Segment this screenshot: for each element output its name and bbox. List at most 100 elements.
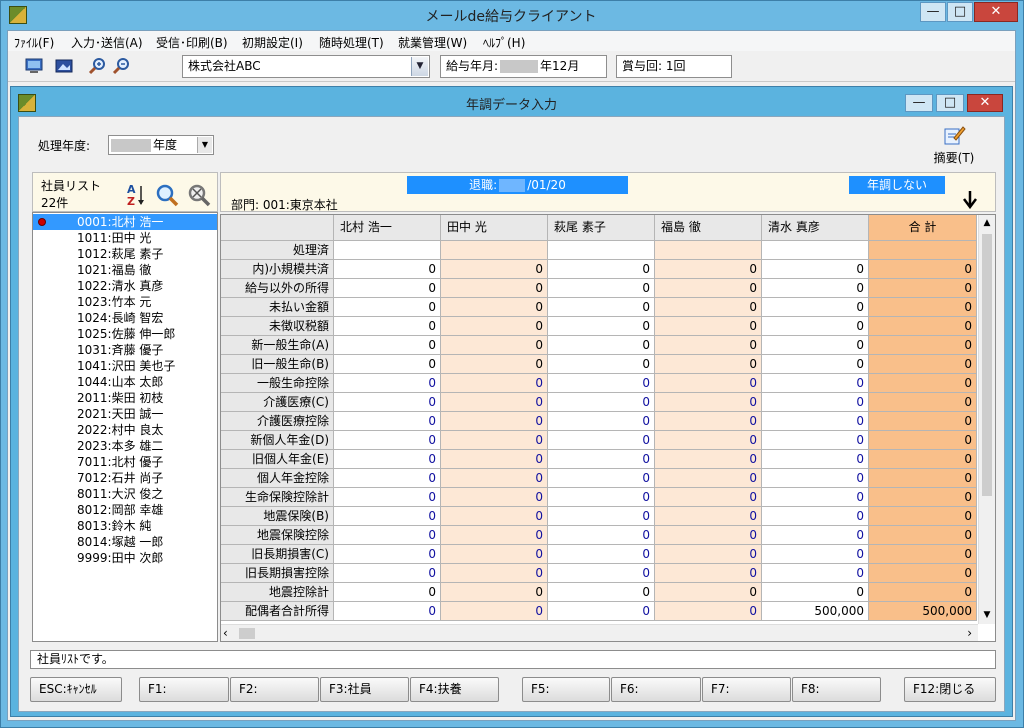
- data-cell[interactable]: 0: [655, 298, 762, 317]
- data-cell[interactable]: 0: [548, 583, 655, 602]
- f1-button[interactable]: F1:: [139, 677, 229, 702]
- horizontal-scrollbar[interactable]: ‹ ›: [221, 624, 978, 641]
- data-cell[interactable]: 0: [548, 412, 655, 431]
- menu-receive-print[interactable]: 受信･印刷(B): [156, 34, 228, 51]
- year-select[interactable]: 年度 ▼: [108, 135, 214, 155]
- data-cell[interactable]: 0: [655, 450, 762, 469]
- data-cell[interactable]: 0: [548, 374, 655, 393]
- data-cell[interactable]: 0: [655, 602, 762, 621]
- data-cell[interactable]: 0: [441, 564, 548, 583]
- employee-list-item[interactable]: 8011:大沢 俊之: [33, 486, 217, 502]
- employee-list-item[interactable]: 8013:鈴木 純: [33, 518, 217, 534]
- data-cell[interactable]: 0: [441, 374, 548, 393]
- scroll-left-icon[interactable]: ‹: [223, 626, 228, 640]
- employee-list-item[interactable]: 1023:竹本 元: [33, 294, 217, 310]
- data-cell[interactable]: [441, 241, 548, 260]
- data-cell[interactable]: 0: [334, 488, 441, 507]
- data-cell[interactable]: 0: [762, 526, 869, 545]
- data-cell[interactable]: 0: [548, 507, 655, 526]
- data-cell[interactable]: 0: [548, 602, 655, 621]
- menu-help[interactable]: ﾍﾙﾌﾟ(H): [483, 34, 525, 51]
- data-cell[interactable]: 0: [441, 317, 548, 336]
- data-cell[interactable]: 0: [548, 279, 655, 298]
- data-cell[interactable]: 0: [655, 507, 762, 526]
- data-cell[interactable]: 0: [655, 488, 762, 507]
- f6-button[interactable]: F6:: [611, 677, 701, 702]
- arrow-down-icon[interactable]: [961, 189, 979, 209]
- menu-adhoc[interactable]: 随時処理(T): [319, 34, 384, 51]
- f2-button[interactable]: F2:: [230, 677, 319, 702]
- data-cell[interactable]: 0: [762, 469, 869, 488]
- data-cell[interactable]: 0: [334, 412, 441, 431]
- zoom-in-icon[interactable]: [88, 56, 108, 76]
- vertical-scrollbar[interactable]: ▲ ▼: [978, 215, 995, 624]
- scroll-right-icon[interactable]: ›: [967, 626, 972, 640]
- f3-employee-button[interactable]: F3:社員: [320, 677, 409, 702]
- employee-list-item[interactable]: 1031:斉藤 優子: [33, 342, 217, 358]
- data-cell[interactable]: 0: [655, 355, 762, 374]
- data-cell[interactable]: 0: [655, 469, 762, 488]
- employee-list-item[interactable]: 1012:萩尾 素子: [33, 246, 217, 262]
- data-cell[interactable]: 0: [334, 602, 441, 621]
- sort-az-icon[interactable]: A Z: [125, 182, 147, 208]
- search-clear-icon[interactable]: [187, 183, 211, 207]
- column-header[interactable]: 福島 徹: [655, 215, 762, 241]
- data-cell[interactable]: 0: [762, 564, 869, 583]
- employee-list-item[interactable]: 1025:佐藤 伸一郎: [33, 326, 217, 342]
- search-icon[interactable]: [155, 183, 179, 207]
- data-cell[interactable]: 0: [762, 450, 869, 469]
- employee-list-item[interactable]: 9999:田中 次郎: [33, 550, 217, 566]
- data-cell[interactable]: 0: [441, 583, 548, 602]
- data-cell[interactable]: 0: [334, 260, 441, 279]
- data-cell[interactable]: 0: [762, 507, 869, 526]
- data-cell[interactable]: 0: [441, 526, 548, 545]
- data-cell[interactable]: 0: [655, 260, 762, 279]
- app-title-bar[interactable]: メールde給与クライアント — □ ✕: [0, 0, 1022, 30]
- data-cell[interactable]: 0: [762, 355, 869, 374]
- data-cell[interactable]: 0: [441, 355, 548, 374]
- data-cell[interactable]: 0: [762, 583, 869, 602]
- data-cell[interactable]: 0: [441, 545, 548, 564]
- data-cell[interactable]: 0: [441, 488, 548, 507]
- employee-list-item[interactable]: 7012:石井 尚子: [33, 470, 217, 486]
- f5-button[interactable]: F5:: [522, 677, 610, 702]
- data-cell[interactable]: 0: [548, 317, 655, 336]
- data-cell[interactable]: [655, 241, 762, 260]
- data-cell[interactable]: 0: [762, 374, 869, 393]
- data-cell[interactable]: 0: [334, 279, 441, 298]
- data-cell[interactable]: 0: [762, 336, 869, 355]
- child-close-button[interactable]: ✕: [967, 94, 1003, 112]
- employee-list-item[interactable]: 7011:北村 優子: [33, 454, 217, 470]
- close-button[interactable]: ✕: [974, 2, 1018, 22]
- data-cell[interactable]: 0: [655, 279, 762, 298]
- employee-list-item[interactable]: 2021:天田 誠一: [33, 406, 217, 422]
- employee-list-item[interactable]: 1021:福島 徹: [33, 262, 217, 278]
- minimize-button[interactable]: —: [920, 2, 946, 22]
- data-cell[interactable]: 0: [334, 545, 441, 564]
- data-cell[interactable]: 0: [334, 374, 441, 393]
- child-title-bar[interactable]: 年調データ入力 — □ ✕: [10, 86, 1013, 116]
- chevron-down-icon[interactable]: ▼: [197, 137, 212, 153]
- data-cell[interactable]: 0: [762, 317, 869, 336]
- column-header[interactable]: 清水 真彦: [762, 215, 869, 241]
- data-cell[interactable]: [548, 241, 655, 260]
- data-cell[interactable]: 0: [548, 564, 655, 583]
- data-cell[interactable]: 0: [762, 412, 869, 431]
- data-cell[interactable]: 0: [655, 583, 762, 602]
- menu-input-send[interactable]: 入力･送信(A): [71, 34, 143, 51]
- f12-close-button[interactable]: F12:閉じる: [904, 677, 996, 702]
- f4-dependents-button[interactable]: F4:扶養: [410, 677, 499, 702]
- data-cell[interactable]: 0: [548, 526, 655, 545]
- employee-list-item[interactable]: 2022:村中 良太: [33, 422, 217, 438]
- employee-list-item[interactable]: 2011:柴田 初枝: [33, 390, 217, 406]
- data-cell[interactable]: 0: [655, 431, 762, 450]
- data-cell[interactable]: 0: [441, 431, 548, 450]
- monitor-icon[interactable]: [24, 56, 44, 76]
- data-cell[interactable]: 0: [334, 526, 441, 545]
- data-cell[interactable]: 0: [548, 298, 655, 317]
- data-cell[interactable]: 0: [441, 298, 548, 317]
- data-cell[interactable]: 0: [762, 260, 869, 279]
- data-cell[interactable]: 0: [548, 393, 655, 412]
- summary-button[interactable]: 摘要(T): [930, 124, 978, 166]
- data-cell[interactable]: 0: [655, 317, 762, 336]
